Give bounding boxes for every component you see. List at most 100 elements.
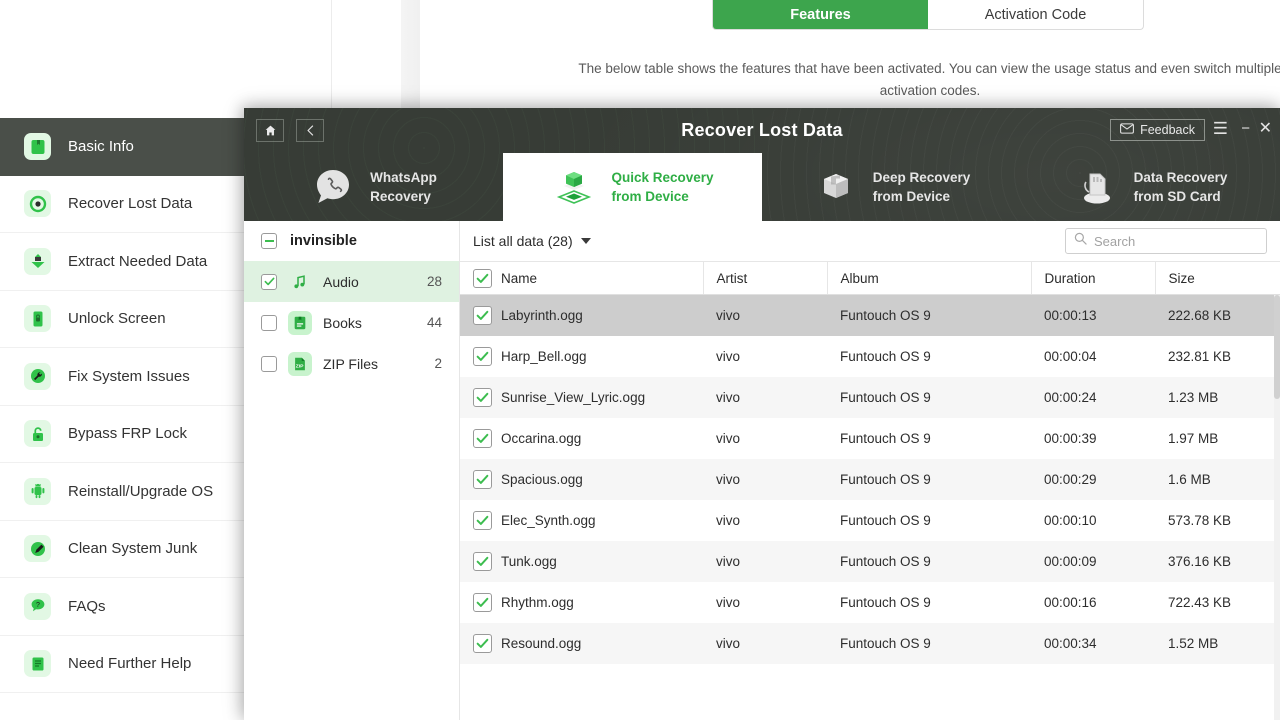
search-input[interactable] xyxy=(1094,234,1258,249)
cell-duration: 00:00:16 xyxy=(1031,582,1155,623)
file-name: Labyrinth.ogg xyxy=(501,308,583,323)
mode-label: Data Recovery from SD Card xyxy=(1134,168,1228,206)
select-all-checkbox[interactable] xyxy=(473,269,492,288)
table-row[interactable]: Sunrise_View_Lyric.oggvivoFuntouch OS 90… xyxy=(460,377,1280,418)
file-name: Harp_Bell.ogg xyxy=(501,349,587,364)
sidebar-item-extract-needed-data[interactable]: Extract Needed Data xyxy=(0,233,245,291)
device-header[interactable]: invinsible xyxy=(244,221,459,261)
feedback-button[interactable]: Feedback xyxy=(1110,119,1205,141)
cell-artist: vivo xyxy=(703,623,827,664)
category-checkbox[interactable] xyxy=(261,356,277,372)
row-checkbox[interactable] xyxy=(473,552,492,571)
category-label: Audio xyxy=(323,274,416,290)
tab-features[interactable]: Features xyxy=(713,0,928,29)
cell-name: Tunk.ogg xyxy=(460,541,703,582)
row-checkbox[interactable] xyxy=(473,347,492,366)
cell-album: Funtouch OS 9 xyxy=(827,500,1031,541)
mode-label-line2: Recovery xyxy=(370,187,437,206)
mode-quick-recovery-from-device[interactable]: Quick Recovery from Device xyxy=(503,153,762,221)
cell-duration: 00:00:09 xyxy=(1031,541,1155,582)
column-header-album[interactable]: Album xyxy=(827,262,1031,295)
wrench-icon xyxy=(24,363,51,390)
mode-label-line1: Quick Recovery xyxy=(611,168,713,187)
feedback-label: Feedback xyxy=(1140,123,1195,137)
category-item-audio[interactable]: Audio 28 xyxy=(244,261,459,302)
table-row[interactable]: Elec_Synth.oggvivoFuntouch OS 900:00:105… xyxy=(460,500,1280,541)
sidebar-item-unlock-screen[interactable]: Unlock Screen xyxy=(0,291,245,349)
cell-size: 722.43 KB xyxy=(1155,582,1280,623)
book-icon xyxy=(24,133,51,160)
cell-name: Resound.ogg xyxy=(460,623,703,664)
row-checkbox[interactable] xyxy=(473,429,492,448)
mode-whatsapp-recovery[interactable]: WhatsApp Recovery xyxy=(244,153,503,221)
sidebar-item-need-further-help[interactable]: Need Further Help xyxy=(0,636,245,694)
cell-duration: 00:00:10 xyxy=(1031,500,1155,541)
sidebar-item-bypass-frp-lock[interactable]: Bypass FRP Lock xyxy=(0,406,245,464)
cell-artist: vivo xyxy=(703,459,827,500)
minimize-icon[interactable]: − xyxy=(1241,118,1250,140)
cell-name: Sunrise_View_Lyric.ogg xyxy=(460,377,703,418)
column-header-artist[interactable]: Artist xyxy=(703,262,827,295)
file-list-scrollbar-thumb[interactable] xyxy=(1274,295,1280,399)
cell-artist: vivo xyxy=(703,418,827,459)
search-icon xyxy=(1074,232,1087,250)
sidebar-item-clean-system-junk[interactable]: Clean System Junk xyxy=(0,521,245,579)
sidebar-item-label: Unlock Screen xyxy=(68,310,166,327)
sidebar-item-recover-lost-data[interactable]: Recover Lost Data xyxy=(0,176,245,234)
mode-label-line1: Data Recovery xyxy=(1134,168,1228,187)
file-name: Resound.ogg xyxy=(501,636,581,651)
cell-artist: vivo xyxy=(703,336,827,377)
mode-data-recovery-from-sd-card[interactable]: Data Recovery from SD Card xyxy=(1021,153,1280,221)
file-list-scrollbar[interactable] xyxy=(1274,295,1280,720)
sidebar-item-basic-info[interactable]: Basic Info xyxy=(0,118,245,176)
search-box[interactable] xyxy=(1065,228,1267,254)
cell-name: Spacious.ogg xyxy=(460,459,703,500)
gray-cube-icon xyxy=(813,164,859,210)
category-item-books[interactable]: Books 44 xyxy=(244,302,459,343)
category-count: 44 xyxy=(427,315,442,330)
mode-deep-recovery-from-device[interactable]: Deep Recovery from Device xyxy=(762,153,1021,221)
category-checkbox[interactable] xyxy=(261,274,277,290)
row-checkbox[interactable] xyxy=(473,593,492,612)
table-row[interactable]: Resound.oggvivoFuntouch OS 900:00:341.52… xyxy=(460,623,1280,664)
column-header-name[interactable]: Name xyxy=(460,262,703,295)
cell-size: 232.81 KB xyxy=(1155,336,1280,377)
list-filter-dropdown[interactable]: List all data (28) xyxy=(473,233,591,249)
file-table-body: Labyrinth.oggvivoFuntouch OS 900:00:1322… xyxy=(460,295,1280,664)
cell-duration: 00:00:24 xyxy=(1031,377,1155,418)
row-checkbox[interactable] xyxy=(473,470,492,489)
mode-label: Deep Recovery from Device xyxy=(873,168,971,206)
category-item-zip-files[interactable]: ZIP ZIP Files 2 xyxy=(244,343,459,384)
device-checkbox[interactable] xyxy=(261,233,277,249)
row-checkbox[interactable] xyxy=(473,634,492,653)
question-bubble-icon: ? xyxy=(24,593,51,620)
hamburger-icon[interactable]: ☰ xyxy=(1213,118,1228,140)
target-icon xyxy=(24,190,51,217)
table-row[interactable]: Spacious.oggvivoFuntouch OS 900:00:291.6… xyxy=(460,459,1280,500)
column-header-duration[interactable]: Duration xyxy=(1031,262,1155,295)
row-checkbox[interactable] xyxy=(473,388,492,407)
green-cube-icon xyxy=(551,164,597,210)
cell-album: Funtouch OS 9 xyxy=(827,459,1031,500)
table-row[interactable]: Labyrinth.oggvivoFuntouch OS 900:00:1322… xyxy=(460,295,1280,336)
row-checkbox[interactable] xyxy=(473,306,492,325)
recover-lost-data-dialog: Recover Lost Data Feedback ☰ − ✕ xyxy=(244,108,1280,720)
row-checkbox[interactable] xyxy=(473,511,492,530)
sdcard-icon xyxy=(1074,164,1120,210)
dialog-body: invinsible Audio 28 xyxy=(244,221,1280,720)
close-icon[interactable]: ✕ xyxy=(1259,118,1272,140)
tab-activation-code[interactable]: Activation Code xyxy=(928,0,1143,29)
sidebar-item-label: Recover Lost Data xyxy=(68,195,192,212)
sidebar-item-faqs[interactable]: ? FAQs xyxy=(0,578,245,636)
category-checkbox[interactable] xyxy=(261,315,277,331)
table-row[interactable]: Rhythm.oggvivoFuntouch OS 900:00:16722.4… xyxy=(460,582,1280,623)
sidebar-item-fix-system-issues[interactable]: Fix System Issues xyxy=(0,348,245,406)
column-header-size[interactable]: Size xyxy=(1155,262,1280,295)
table-row[interactable]: Tunk.oggvivoFuntouch OS 900:00:09376.16 … xyxy=(460,541,1280,582)
table-row[interactable]: Occarina.oggvivoFuntouch OS 900:00:391.9… xyxy=(460,418,1280,459)
cell-album: Funtouch OS 9 xyxy=(827,418,1031,459)
background-sidebar: Basic Info Recover Lost Data Extract Nee… xyxy=(0,118,245,693)
sidebar-item-reinstall-upgrade-os[interactable]: Reinstall/Upgrade OS xyxy=(0,463,245,521)
file-name: Sunrise_View_Lyric.ogg xyxy=(501,390,645,405)
table-row[interactable]: Harp_Bell.oggvivoFuntouch OS 900:00:0423… xyxy=(460,336,1280,377)
